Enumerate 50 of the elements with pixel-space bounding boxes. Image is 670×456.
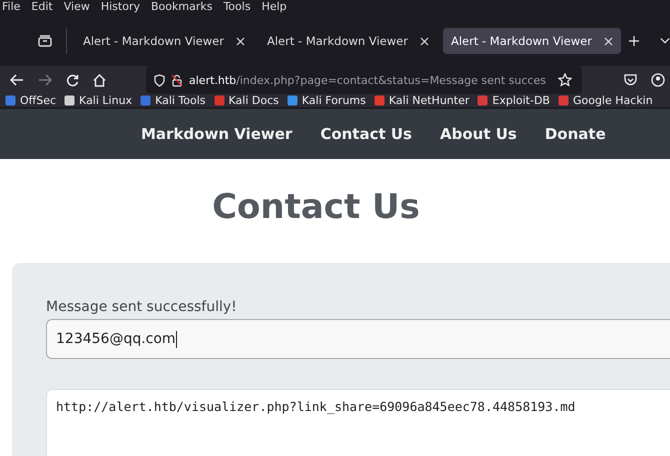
back-icon[interactable] [10, 74, 24, 86]
bookmark-item[interactable]: Google Hackin [558, 94, 653, 107]
bookmark-label[interactable]: Kali Docs [228, 94, 279, 107]
account-icon[interactable] [651, 73, 665, 87]
reload-icon[interactable] [66, 74, 79, 86]
bookmark-label[interactable]: Kali Forums [302, 94, 366, 107]
home-icon[interactable] [93, 74, 106, 86]
new-tab-icon[interactable] [628, 35, 639, 47]
address-field[interactable]: alert.htb/index.php?page=contact&status=Message sent succes [146, 66, 582, 94]
bookmark-label[interactable]: Kali Tools [155, 94, 206, 107]
bookmark-item[interactable]: Kali NetHunter [374, 94, 470, 107]
menu-item[interactable]: Help [262, 0, 287, 13]
bookmark-star-icon[interactable] [558, 73, 572, 87]
browser-tab[interactable]: Alert - Markdown Viewer [442, 28, 621, 54]
bookmark-label[interactable]: Kali Linux [79, 94, 132, 107]
bookmark-item[interactable]: Kali Docs [214, 94, 279, 107]
tab-list-icon[interactable] [38, 35, 52, 47]
bookmark-label[interactable]: Kali NetHunter [388, 94, 470, 107]
bookmark-item[interactable]: Kali Tools [140, 94, 206, 107]
menu-item[interactable]: History [100, 0, 140, 13]
menu-item[interactable]: Bookmarks [150, 0, 212, 13]
pocket-icon[interactable] [624, 74, 637, 86]
bookmark-label[interactable]: OffSec [20, 94, 56, 107]
bookmark-label[interactable]: Exploit-DB [492, 94, 550, 107]
bookmark-item[interactable]: Exploit-DB [477, 94, 550, 107]
email-field[interactable]: 123456@qq.com [46, 319, 670, 359]
nav-link[interactable]: Markdown Viewer [141, 125, 292, 143]
bookmark-item[interactable]: Kali Forums [286, 94, 366, 107]
menu-item[interactable]: Edit [31, 0, 53, 13]
close-icon[interactable] [236, 36, 245, 46]
nav-link[interactable]: Contact Us [320, 125, 412, 143]
status-message: Message sent successfully! [46, 299, 238, 315]
browser-tab[interactable]: Alert - Markdown Viewer [75, 28, 253, 54]
menu-item[interactable]: File [2, 0, 20, 13]
page-heading: Contact Us [211, 186, 421, 229]
forward-icon[interactable] [38, 74, 52, 86]
nav-link[interactable]: About Us [440, 125, 517, 143]
bookmark-label[interactable]: Google Hackin [572, 94, 653, 107]
insecure-lock-icon[interactable] [171, 74, 183, 86]
bookmark-item[interactable]: Kali Linux [64, 94, 132, 107]
browser-tab[interactable]: Alert - Markdown Viewer [258, 28, 437, 54]
shield-icon[interactable] [154, 74, 165, 86]
close-icon[interactable] [420, 36, 429, 46]
bookmark-item[interactable]: OffSec [5, 94, 56, 107]
menu-item[interactable]: Tools [223, 0, 251, 13]
menu-item[interactable]: View [64, 0, 90, 13]
close-icon[interactable] [604, 36, 613, 46]
message-field[interactable]: http://alert.htb/visualizer.php?link_share=69096a845eec78.44858193.md [46, 389, 670, 456]
nav-link[interactable]: Donate [544, 125, 606, 143]
chevron-down-icon[interactable] [660, 37, 670, 45]
